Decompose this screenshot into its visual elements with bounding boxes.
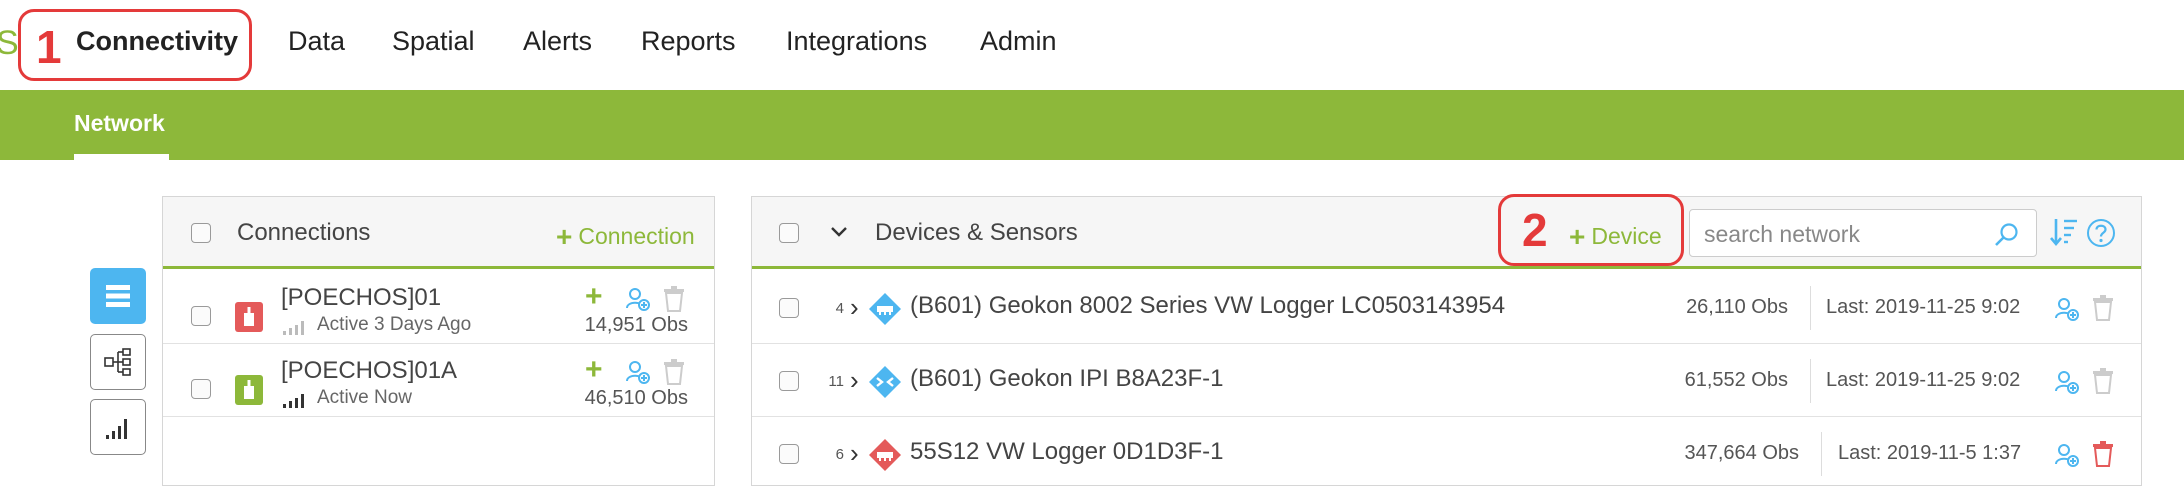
connection-status: Active Now [317, 387, 413, 408]
devices-panel: Devices & Sensors + Device search network… [751, 196, 2142, 486]
device-last-reading: Last: 2019-11-25 9:02 [1826, 369, 2021, 391]
divider [1821, 432, 1822, 476]
help-icon[interactable] [2086, 218, 2116, 248]
trash-icon[interactable] [2092, 441, 2114, 467]
list-view-button[interactable] [90, 268, 146, 324]
device-sensor-count: 6 [835, 446, 844, 463]
user-add-icon[interactable] [625, 286, 651, 312]
devices-title: Devices & Sensors [875, 219, 1078, 246]
connection-checkbox[interactable] [191, 379, 211, 399]
logger-diamond-red-icon [869, 439, 901, 471]
user-add-icon[interactable] [2054, 369, 2080, 395]
tab-network[interactable]: Network [74, 110, 165, 137]
connection-row[interactable]: [POECHOS]01 Active 3 Days Ago + 14,951 O… [163, 272, 714, 344]
signal-weak-icon [283, 321, 304, 335]
expand-chevron-icon[interactable]: › [850, 292, 859, 323]
gateway-red-icon [235, 302, 263, 332]
connection-obs-count: 14,951 Obs [584, 314, 688, 336]
device-row[interactable]: 4 › (B601) Geokon 8002 Series VW Logger … [752, 272, 2141, 344]
list-icon [106, 285, 130, 307]
user-add-icon[interactable] [625, 359, 651, 385]
connection-status: Active 3 Days Ago [317, 314, 472, 335]
device-last-reading: Last: 2019-11-25 9:02 [1826, 296, 2021, 318]
device-sensor-count: 11 [828, 373, 844, 390]
nav-item-data[interactable]: Data [288, 26, 345, 57]
add-connection-label: Connection [578, 223, 695, 249]
signal-strong-icon [283, 394, 304, 408]
device-name[interactable]: (B601) Geokon 8002 Series VW Logger LC05… [910, 292, 1505, 320]
device-name[interactable]: (B601) Geokon IPI B8A23F-1 [910, 365, 1224, 393]
connection-name[interactable]: [POECHOS]01A [281, 357, 457, 385]
connection-name[interactable]: [POECHOS]01 [281, 284, 441, 312]
connections-header: Connections + Connection [163, 197, 714, 269]
connection-row[interactable] [163, 418, 714, 485]
inclinometer-diamond-blue-icon [869, 366, 901, 398]
connections-title: Connections [237, 219, 371, 246]
device-obs-count: 26,110 Obs [1686, 296, 1788, 318]
sort-icon[interactable] [2050, 217, 2078, 247]
nav-item-reports[interactable]: Reports [641, 26, 736, 57]
search-placeholder: search network [1704, 221, 1860, 247]
expand-chevron-icon[interactable]: › [850, 438, 859, 469]
select-all-devices-checkbox[interactable] [779, 223, 799, 243]
subnav-bar: Network [0, 90, 2184, 160]
gateway-green-icon [235, 375, 263, 405]
divider [1810, 359, 1811, 403]
top-navigation: S Connectivity Data Spatial Alerts Repor… [0, 0, 2184, 90]
trash-icon[interactable] [663, 286, 685, 312]
device-checkbox[interactable] [779, 444, 799, 464]
divider [1810, 286, 1811, 330]
search-network-input[interactable]: search network [1689, 209, 2037, 257]
add-connection-button[interactable]: + Connection [556, 219, 695, 252]
device-row[interactable]: 11 › (B601) Geokon IPI B8A23F-1 61,552 O… [752, 345, 2141, 417]
device-checkbox[interactable] [779, 298, 799, 318]
annotation-number-2: 2 [1522, 204, 1548, 256]
connection-row[interactable]: [POECHOS]01A Active Now + 46,510 Obs [163, 345, 714, 417]
nav-item-alerts[interactable]: Alerts [523, 26, 592, 57]
hierarchy-icon [104, 348, 131, 376]
signal-bars-icon [106, 419, 127, 439]
connections-panel: Connections + Connection [POECHOS]01 Acti… [162, 196, 715, 486]
connection-obs-count: 46,510 Obs [584, 387, 688, 409]
add-device-to-connection-icon[interactable]: + [585, 353, 603, 387]
annotation-number-1: 1 [36, 21, 62, 73]
chevron-down-icon[interactable] [830, 225, 848, 239]
device-sensor-count: 4 [835, 300, 844, 317]
connection-checkbox[interactable] [191, 306, 211, 326]
search-icon[interactable] [1994, 222, 2020, 248]
device-last-reading: Last: 2019-11-5 1:37 [1838, 442, 2022, 464]
plus-icon: + [556, 221, 573, 252]
user-add-icon[interactable] [2054, 442, 2080, 468]
trash-icon[interactable] [2092, 295, 2114, 321]
trash-icon[interactable] [2092, 368, 2114, 394]
devices-header: Devices & Sensors + Device search network [752, 197, 2141, 269]
trash-icon[interactable] [663, 359, 685, 385]
nav-item-integrations[interactable]: Integrations [786, 26, 927, 57]
device-obs-count: 347,664 Obs [1684, 442, 1799, 464]
select-all-connections-checkbox[interactable] [191, 223, 211, 243]
nav-item-admin[interactable]: Admin [980, 26, 1057, 57]
device-name[interactable]: 55S12 VW Logger 0D1D3F-1 [910, 438, 1224, 466]
logger-diamond-blue-icon [869, 293, 901, 325]
active-tab-indicator [74, 154, 169, 160]
signal-view-button[interactable] [90, 399, 146, 455]
brand-logo-fragment: S [0, 24, 19, 62]
nav-item-spatial[interactable]: Spatial [392, 26, 475, 57]
device-obs-count: 61,552 Obs [1684, 369, 1788, 391]
add-device-to-connection-icon[interactable]: + [585, 280, 603, 314]
hierarchy-view-button[interactable] [90, 334, 146, 390]
user-add-icon[interactable] [2054, 296, 2080, 322]
expand-chevron-icon[interactable]: › [850, 365, 859, 396]
device-checkbox[interactable] [779, 371, 799, 391]
device-row[interactable]: 6 › 55S12 VW Logger 0D1D3F-1 347,664 Obs… [752, 418, 2141, 485]
